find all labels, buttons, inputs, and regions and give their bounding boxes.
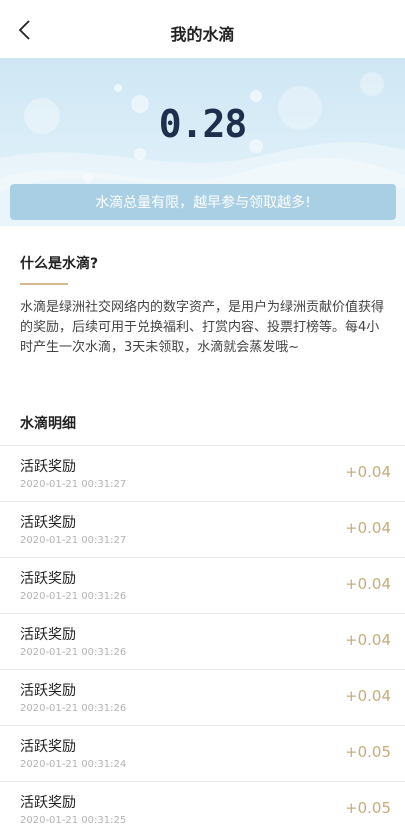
details-title: 水滴明细: [20, 416, 76, 432]
page-title: 我的水滴: [170, 25, 235, 44]
water-drop-balance: 0.28: [158, 102, 248, 146]
list-item: 活跃奖励 2020-01-21 00:31:25 +0.05: [0, 781, 405, 837]
list-item: 活跃奖励 2020-01-21 00:31:27 +0.04: [0, 445, 405, 501]
item-amount: +0.04: [345, 575, 391, 593]
about-description: 水滴是绿洲社交网络内的数字资产，是用户为绿洲贡献价值获得的奖励，后续可用于兑换福…: [20, 300, 385, 355]
navigation-bar: 我的水滴: [0, 0, 405, 58]
list-item: 活跃奖励 2020-01-21 00:31:26 +0.04: [0, 557, 405, 613]
item-title: 活跃奖励: [20, 515, 76, 531]
item-time: 2020-01-21 00:31:26: [20, 703, 127, 714]
item-amount: +0.05: [345, 743, 391, 761]
details-list: 活跃奖励 2020-01-21 00:31:27 +0.04 活跃奖励 2020…: [0, 445, 405, 837]
item-amount: +0.04: [345, 519, 391, 537]
item-amount: +0.04: [345, 631, 391, 649]
item-time: 2020-01-21 00:31:26: [20, 647, 127, 658]
item-title: 活跃奖励: [20, 739, 76, 755]
item-amount: +0.05: [345, 799, 391, 817]
list-item: 活跃奖励 2020-01-21 00:31:27 +0.04: [0, 501, 405, 557]
item-title: 活跃奖励: [20, 683, 76, 699]
item-amount: +0.04: [345, 463, 391, 481]
item-time: 2020-01-21 00:31:24: [20, 759, 127, 770]
list-item: 活跃奖励 2020-01-21 00:31:26 +0.04: [0, 669, 405, 725]
item-time: 2020-01-21 00:31:27: [20, 535, 127, 546]
promo-banner: 水滴总量有限，越早参与领取越多!: [10, 184, 396, 220]
item-title: 活跃奖励: [20, 795, 76, 811]
item-time: 2020-01-21 00:31:26: [20, 591, 127, 602]
item-amount: +0.04: [345, 687, 391, 705]
list-item: 活跃奖励 2020-01-21 00:31:26 +0.04: [0, 613, 405, 669]
about-title: 什么是水滴?: [20, 256, 99, 272]
item-title: 活跃奖励: [20, 459, 76, 475]
item-time: 2020-01-21 00:31:25: [20, 815, 127, 826]
title-underline: [20, 283, 68, 285]
item-time: 2020-01-21 00:31:27: [20, 479, 127, 490]
list-item: 活跃奖励 2020-01-21 00:31:24 +0.05: [0, 725, 405, 781]
balance-card: 0.28 水滴总量有限，越早参与领取越多!: [0, 58, 405, 226]
item-title: 活跃奖励: [20, 627, 76, 643]
item-title: 活跃奖励: [20, 571, 76, 587]
